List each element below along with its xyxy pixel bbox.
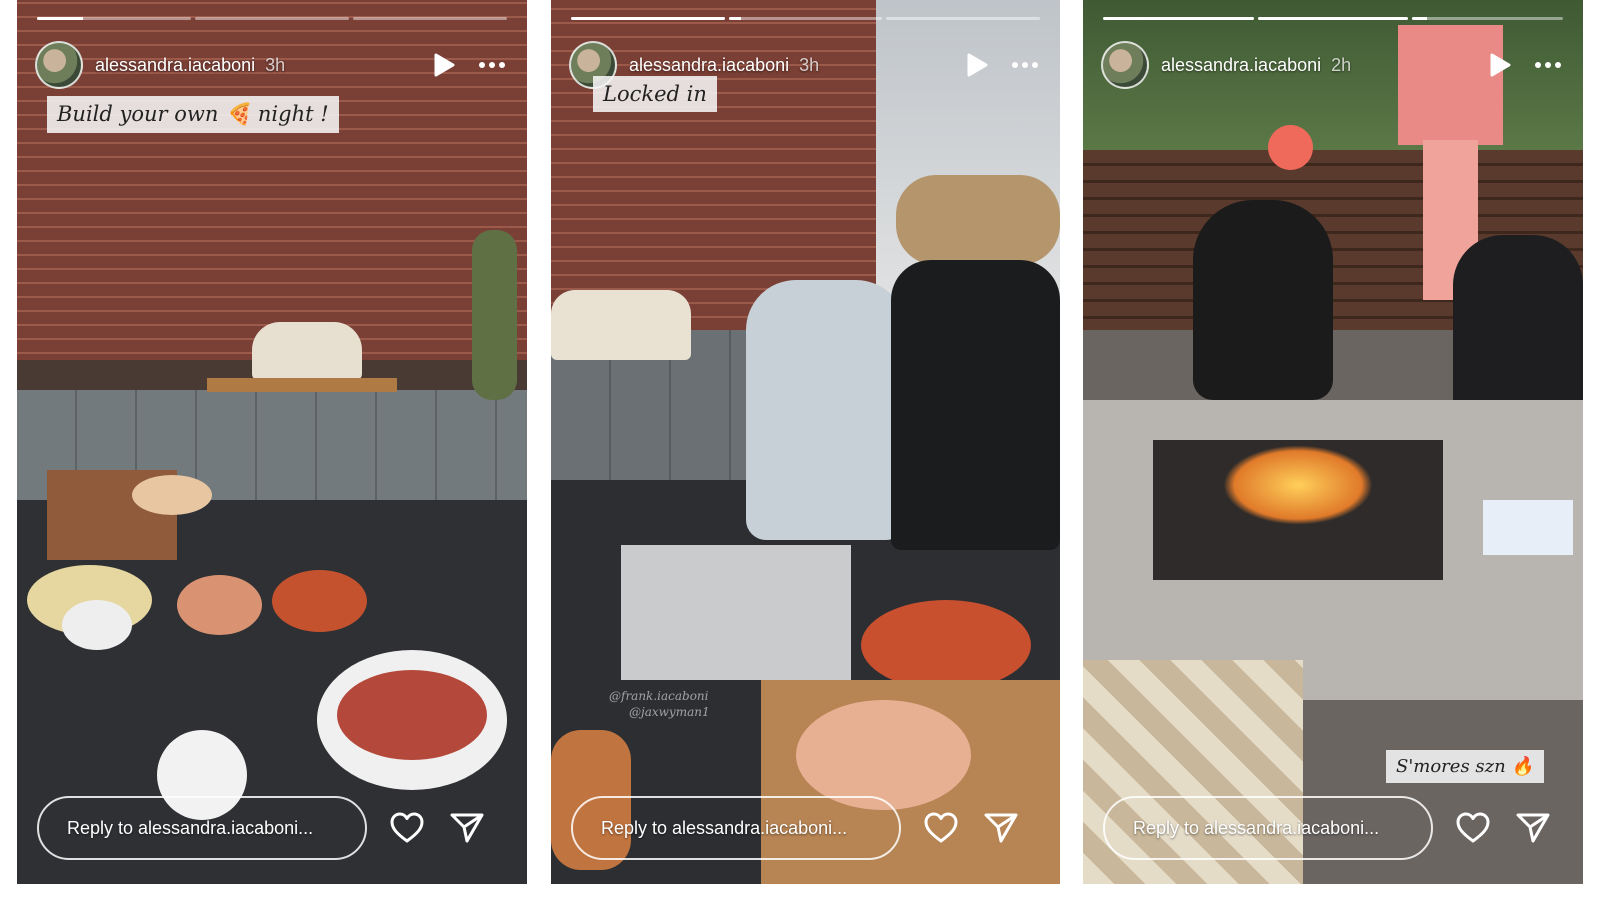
heart-icon[interactable]	[1453, 808, 1493, 848]
story-footer: Reply to alessandra.iacaboni...	[571, 796, 1040, 860]
heart-icon[interactable]	[387, 808, 427, 848]
progress-segment	[1412, 17, 1564, 20]
story-header: alessandra.iacaboni 2h	[1101, 40, 1565, 90]
text-sticker: Locked in	[593, 76, 717, 112]
progress-segment	[886, 17, 1041, 20]
progress-fill	[1257, 17, 1409, 20]
more-icon[interactable]	[1531, 48, 1565, 82]
story-photo-locked-in	[551, 0, 1060, 884]
story-progress	[1103, 17, 1564, 20]
progress-fill	[571, 17, 725, 20]
story-panel-1[interactable]: alessandra.iacaboni 3h Build your own 🍕 …	[17, 0, 527, 884]
send-icon[interactable]	[447, 808, 487, 848]
reply-input[interactable]: Reply to alessandra.iacaboni...	[37, 796, 367, 860]
story-footer: Reply to alessandra.iacaboni...	[1103, 796, 1563, 860]
more-icon[interactable]	[475, 48, 509, 82]
progress-fill	[37, 17, 84, 20]
progress-fill	[1412, 17, 1428, 20]
progress-fill	[1103, 17, 1254, 20]
progress-segment	[1257, 17, 1409, 20]
progress-segment	[1103, 17, 1254, 20]
progress-segment	[571, 17, 725, 20]
send-icon[interactable]	[1513, 808, 1553, 848]
mention-tag[interactable]: @frank.iacaboni	[609, 688, 709, 704]
avatar[interactable]	[35, 41, 83, 89]
reply-input[interactable]: Reply to alessandra.iacaboni...	[1103, 796, 1433, 860]
play-icon[interactable]	[427, 48, 461, 82]
reply-input[interactable]: Reply to alessandra.iacaboni...	[571, 796, 901, 860]
progress-segment	[195, 17, 349, 20]
mention-tag[interactable]: @jaxwyman1	[629, 704, 710, 720]
send-icon[interactable]	[981, 808, 1021, 848]
text-sticker: Build your own 🍕 night !	[47, 96, 339, 133]
avatar[interactable]	[1101, 41, 1149, 89]
post-time: 2h	[1331, 54, 1352, 75]
story-progress	[571, 17, 1041, 20]
story-panel-3[interactable]: alessandra.iacaboni 2h S'mores szn 🔥 Rep…	[1083, 0, 1583, 884]
heart-icon[interactable]	[921, 808, 961, 848]
post-time: 3h	[265, 54, 286, 75]
story-progress	[37, 17, 507, 20]
username[interactable]: alessandra.iacaboni	[95, 55, 255, 76]
progress-fill	[728, 17, 741, 20]
more-icon[interactable]	[1008, 48, 1042, 82]
story-footer: Reply to alessandra.iacaboni...	[37, 796, 507, 860]
play-icon[interactable]	[960, 48, 994, 82]
play-icon[interactable]	[1483, 48, 1517, 82]
username[interactable]: alessandra.iacaboni	[1161, 55, 1321, 76]
progress-segment	[353, 17, 507, 20]
story-panel-2[interactable]: alessandra.iacaboni 3h Locked in @frank.…	[551, 0, 1060, 884]
post-time: 3h	[799, 54, 820, 75]
progress-segment	[728, 17, 883, 20]
story-header: alessandra.iacaboni 3h	[35, 40, 509, 90]
text-sticker: S'mores szn 🔥	[1386, 750, 1544, 783]
username[interactable]: alessandra.iacaboni	[629, 55, 789, 76]
progress-segment	[37, 17, 191, 20]
